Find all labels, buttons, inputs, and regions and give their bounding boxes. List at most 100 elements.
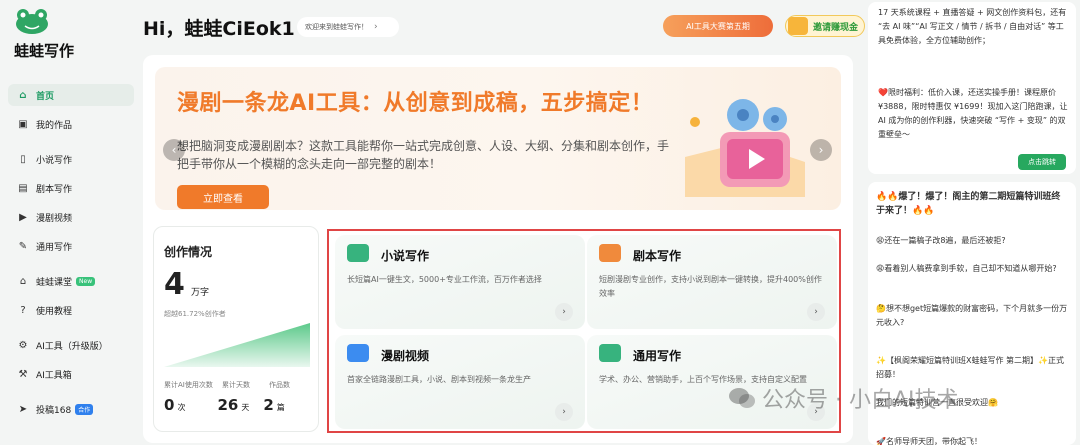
- chevron-right-icon[interactable]: ›: [555, 303, 573, 321]
- ai-tool-icon: ⚙: [18, 339, 28, 351]
- progress-area-chart: [164, 323, 310, 367]
- promo-line: 🚀名师导师天团，带你起飞！: [876, 437, 982, 445]
- sidebar-item-my-works[interactable]: ▣ 我的作品: [8, 113, 134, 135]
- wechat-icon: [729, 388, 755, 408]
- ai-usage-count: 0: [164, 396, 175, 414]
- sidebar-item-general[interactable]: ✎ 通用写作: [8, 235, 134, 257]
- percentile-note: 超越61.72%创作者: [164, 310, 226, 318]
- tool-name: 小说写作: [381, 249, 430, 263]
- new-badge: New: [76, 276, 96, 286]
- stat-values: 0 次 26 天 2 篇: [164, 396, 314, 414]
- chevron-right-icon[interactable]: ›: [555, 403, 573, 421]
- welcome-link[interactable]: 欢迎来到蛙蛙写作！ ›: [297, 17, 399, 37]
- sidebar-nav: ⌂ 首页 ▣ 我的作品 ▯ 小说写作 ▤ 剧本写作 ▶ 漫剧视频 ✎ 通用写作 ⌂ 蛙蛙课堂 N…: [8, 84, 134, 427]
- stat-unit: 天: [241, 403, 250, 412]
- tool-card-script[interactable]: 剧本写作 短剧漫剧专业创作，支持小说到剧本一键转换，提升400%创作效率 ›: [587, 235, 837, 329]
- stat-label: 累计天数: [222, 381, 250, 389]
- tool-description: 短剧漫剧专业创作，支持小说到剧本一键转换，提升400%创作效率: [599, 275, 822, 298]
- invite-cash-button[interactable]: 邀请赚现金: [785, 15, 865, 37]
- promo-banner[interactable]: 漫剧一条龙AI工具：从创意到成稿，五步搞定！ 想把脑洞变成漫剧剧本？这款工具能帮…: [155, 67, 841, 210]
- sidebar-item-tutorial[interactable]: ? 使用教程: [8, 299, 134, 321]
- stat-label: 累计AI使用次数: [164, 381, 213, 389]
- promo-line: ✨【枫阁荣耀短篇特训班X蛙蛙写作 第二期】✨正式招募！: [876, 356, 1064, 379]
- brand-logo[interactable]: 蛙蛙写作: [14, 8, 74, 60]
- book-icon: ▯: [20, 153, 26, 165]
- script-icon: ▤: [18, 182, 28, 194]
- help-icon: ?: [20, 304, 26, 316]
- word-count: 4: [164, 267, 185, 302]
- tool-card-novel[interactable]: 小说写作 长短篇AI一键生文，5000+专业工作流，百万作者选择 ›: [335, 235, 585, 329]
- watermark: 公众号 · 小白AI技术: [762, 388, 959, 413]
- gift-icon: [788, 17, 808, 35]
- brand-name: 蛙蛙写作: [14, 42, 75, 60]
- tool-description: 长短篇AI一键生文，5000+专业工作流，百万作者选择: [347, 275, 542, 284]
- tool-name: 漫剧视频: [381, 349, 430, 363]
- send-icon: ➤: [18, 403, 28, 415]
- welcome-text: 欢迎来到蛙蛙写作！: [305, 23, 368, 31]
- sidebar-item-label: 剧本写作: [36, 184, 73, 195]
- stat-label: 作品数: [269, 381, 290, 389]
- banner-description: 想把脑洞变成漫剧剧本？这款工具能帮你一站式完成创意、人设、大纲、分集和剧本创作，…: [177, 139, 670, 171]
- days-count: 26: [217, 396, 239, 414]
- promo-line: 🤔想不想get短篇爆款的财富密码，下个月就多一份万元收入?: [876, 304, 1068, 327]
- chevron-right-icon: ›: [818, 143, 824, 157]
- sidebar-item-video[interactable]: ▶ 漫剧视频: [8, 206, 134, 228]
- stat-unit: 篇: [276, 403, 285, 412]
- promo-paragraph: ❤️限时福利：低价入课，还送实操手册！课程原价 ¥3888，限时特惠仅 ¥169…: [878, 88, 1068, 139]
- sidebar-item-label: 投稿168: [36, 405, 72, 416]
- sidebar-item-submit[interactable]: ➤ 投稿168 合作: [8, 398, 134, 420]
- ai-contest-button[interactable]: AI工具大赛第五期: [663, 15, 773, 37]
- sidebar-item-label: 使用教程: [36, 306, 73, 317]
- sidebar-item-label: 我的作品: [36, 120, 73, 131]
- sidebar-item-classroom[interactable]: ⌂ 蛙蛙课堂 New: [8, 270, 134, 292]
- sidebar-item-label: 通用写作: [36, 242, 73, 253]
- toolbox-icon: ⚒: [18, 368, 28, 380]
- greeting: Hi，蛙蛙CiEok1: [143, 18, 295, 40]
- sidebar-item-home[interactable]: ⌂ 首页: [8, 84, 134, 106]
- works-count: 2: [263, 396, 274, 414]
- banner-prev-button[interactable]: ‹: [163, 139, 185, 161]
- sidebar-item-label: AI工具（升级版）: [36, 341, 108, 352]
- sidebar-item-label: 蛙蛙课堂: [36, 277, 73, 288]
- cooperation-badge: 合作: [75, 403, 94, 415]
- stat-unit: 次: [177, 403, 186, 412]
- folder-icon: ▣: [18, 118, 28, 130]
- stat-labels: 累计AI使用次数 累计天数 作品数: [164, 380, 314, 390]
- click-jump-button[interactable]: 点击跳转: [1018, 154, 1066, 170]
- promo-headline: 🔥🔥爆了！爆了！阁主的第二期短篇特训班终于来了！🔥🔥: [876, 192, 1061, 216]
- main-content: 漫剧一条龙AI工具：从创意到成稿，五步搞定！ 想把脑洞变成漫剧剧本？这款工具能帮…: [143, 55, 853, 443]
- promo-line: 😩看着别人稿费拿到手软，自己却不知道从哪开始?: [876, 264, 1057, 273]
- tool-description: 首家全链路漫剧工具，小说、剧本到视频一条龙生产: [347, 375, 531, 384]
- promo-line: 😫还在一篇稿子改8遍，最后还被拒?: [876, 236, 1006, 245]
- chevron-left-icon: ‹: [171, 143, 177, 157]
- banner-title: 漫剧一条龙AI工具：从创意到成稿，五步搞定！: [177, 91, 654, 116]
- novel-icon: [347, 244, 369, 262]
- view-now-button[interactable]: 立即查看: [177, 185, 269, 209]
- stats-title: 创作情况: [164, 245, 213, 259]
- sidebar-item-label: 小说写作: [36, 155, 73, 166]
- invite-label: 邀请赚现金: [812, 22, 858, 33]
- tool-card-video[interactable]: 漫剧视频 首家全链路漫剧工具，小说、剧本到视频一条龙生产 ›: [335, 335, 585, 429]
- tool-name: 剧本写作: [633, 249, 682, 263]
- tool-name: 通用写作: [633, 349, 682, 363]
- home-icon: ⌂: [19, 89, 27, 101]
- frog-logo-icon: [16, 9, 48, 34]
- sidebar-item-label: 漫剧视频: [36, 213, 73, 224]
- sidebar-item-novel[interactable]: ▯ 小说写作: [8, 148, 134, 170]
- word-count-unit: 万字: [191, 288, 210, 298]
- chevron-right-icon: ›: [374, 22, 378, 32]
- video-icon: ▶: [19, 211, 27, 223]
- course-promo-card: 17 天系统课程 + 直播答疑 + 网文创作资料包，还有 “去 AI 味”“AI…: [868, 2, 1076, 174]
- sidebar-item-toolbox[interactable]: ⚒ AI工具箱: [8, 363, 134, 385]
- graduation-cap-icon: ⌂: [19, 275, 27, 287]
- sidebar-item-label: AI工具箱: [36, 370, 72, 381]
- video-icon: [347, 344, 369, 362]
- ai-contest-label: AI工具大赛第五期: [686, 21, 750, 31]
- sidebar-item-script[interactable]: ▤ 剧本写作: [8, 177, 134, 199]
- script-icon: [599, 244, 621, 262]
- sidebar-item-ai-tool-pro[interactable]: ⚙ AI工具（升级版）: [8, 334, 134, 356]
- film-reel-illustration: [685, 99, 805, 197]
- promo-paragraph: 17 天系统课程 + 直播答疑 + 网文创作资料包，还有 “去 AI 味”“AI…: [878, 8, 1067, 45]
- creation-stats-card: 创作情况 4 万字 超越61.72%创作者 累计AI使用次数 累计天数 作品数 …: [153, 226, 319, 432]
- chevron-right-icon[interactable]: ›: [807, 303, 825, 321]
